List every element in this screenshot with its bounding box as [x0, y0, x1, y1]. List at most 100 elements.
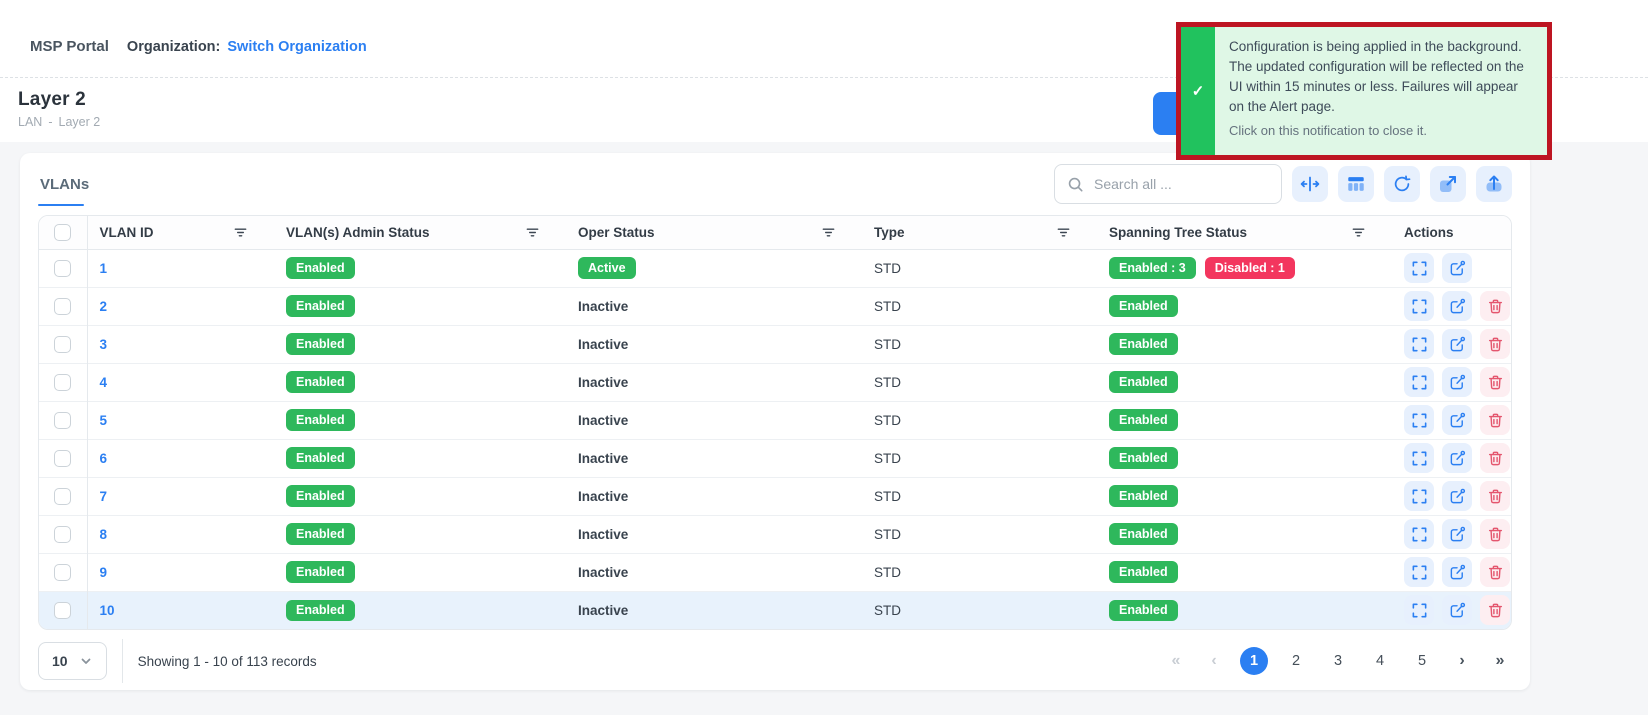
table-row: 8EnabledInactiveSTDEnabled	[39, 515, 1512, 553]
stp-status-cell: Enabled : 3Disabled : 1	[1109, 257, 1380, 279]
refresh-button[interactable]	[1384, 166, 1420, 202]
page-button-1[interactable]: 1	[1240, 647, 1268, 675]
filter-icon[interactable]	[1351, 225, 1366, 240]
row-checkbox[interactable]	[54, 526, 71, 543]
delete-row-button[interactable]	[1480, 367, 1510, 397]
delete-row-button[interactable]	[1480, 595, 1510, 625]
row-checkbox[interactable]	[54, 412, 71, 429]
page-button-4[interactable]: 4	[1366, 647, 1394, 675]
trash-icon	[1487, 298, 1504, 315]
delete-row-button[interactable]	[1480, 519, 1510, 549]
toast-notification[interactable]: ✓ Configuration is being applied in the …	[1176, 22, 1552, 160]
delete-row-button[interactable]	[1480, 443, 1510, 473]
vlan-id-link[interactable]: 8	[100, 527, 108, 542]
edit-icon	[1449, 260, 1466, 277]
row-checkbox[interactable]	[54, 336, 71, 353]
open-external-button[interactable]	[1430, 166, 1466, 202]
oper-status-text: Inactive	[578, 451, 628, 466]
page-button-3[interactable]: 3	[1324, 647, 1352, 675]
search-icon	[1067, 176, 1084, 193]
edit-row-button[interactable]	[1442, 405, 1472, 435]
vlan-id-link[interactable]: 5	[100, 413, 108, 428]
page-size-select[interactable]: 10	[38, 642, 107, 680]
row-checkbox[interactable]	[54, 374, 71, 391]
filter-icon[interactable]	[821, 225, 836, 240]
edit-row-button[interactable]	[1442, 595, 1472, 625]
organization-link[interactable]: Switch Organization	[227, 39, 366, 55]
delete-row-button[interactable]	[1480, 481, 1510, 511]
expand-icon	[1411, 602, 1428, 619]
expand-row-button[interactable]	[1404, 329, 1434, 359]
columns-button[interactable]	[1338, 166, 1374, 202]
edit-icon	[1449, 602, 1466, 619]
edit-row-button[interactable]	[1442, 291, 1472, 321]
vlan-id-link[interactable]: 1	[100, 261, 108, 276]
vlan-id-link[interactable]: 7	[100, 489, 108, 504]
expand-row-button[interactable]	[1404, 367, 1434, 397]
filter-icon[interactable]	[525, 225, 540, 240]
vlan-id-link[interactable]: 10	[100, 603, 115, 618]
row-checkbox[interactable]	[54, 488, 71, 505]
trash-icon	[1487, 602, 1504, 619]
search-box	[1054, 164, 1282, 204]
expand-row-button[interactable]	[1404, 253, 1434, 283]
type-cell: STD	[874, 375, 901, 390]
toast-hint: Click on this notification to close it.	[1229, 123, 1533, 138]
edit-row-button[interactable]	[1442, 253, 1472, 283]
row-checkbox[interactable]	[54, 260, 71, 277]
filter-icon[interactable]	[233, 225, 248, 240]
vlan-id-link[interactable]: 6	[100, 451, 108, 466]
edit-row-button[interactable]	[1442, 519, 1472, 549]
prev-page-button[interactable]: ‹	[1202, 652, 1226, 670]
tab-vlans[interactable]: VLANs	[38, 153, 91, 215]
delete-row-button[interactable]	[1480, 557, 1510, 587]
row-checkbox[interactable]	[54, 602, 71, 619]
edit-row-button[interactable]	[1442, 557, 1472, 587]
vlan-id-link[interactable]: 3	[100, 337, 108, 352]
upload-button[interactable]	[1476, 166, 1512, 202]
refresh-icon	[1392, 174, 1412, 194]
stp-status-badge: Enabled	[1109, 561, 1178, 583]
table-footer: 10 Showing 1 - 10 of 113 records « ‹ 123…	[20, 630, 1530, 684]
row-checkbox[interactable]	[54, 564, 71, 581]
vlan-id-link[interactable]: 4	[100, 375, 108, 390]
expand-row-button[interactable]	[1404, 443, 1434, 473]
expand-row-button[interactable]	[1404, 405, 1434, 435]
row-actions	[1404, 443, 1501, 473]
search-input[interactable]	[1092, 175, 1269, 193]
page-button-5[interactable]: 5	[1408, 647, 1436, 675]
row-checkbox[interactable]	[54, 298, 71, 315]
brand[interactable]: MSP Portal	[30, 38, 109, 55]
delete-row-button[interactable]	[1480, 405, 1510, 435]
expand-row-button[interactable]	[1404, 595, 1434, 625]
table-row: 1EnabledActiveSTDEnabled : 3Disabled : 1	[39, 249, 1512, 287]
filter-icon[interactable]	[1056, 225, 1071, 240]
stp-status-cell: Enabled	[1109, 295, 1380, 317]
expand-row-button[interactable]	[1404, 519, 1434, 549]
first-page-button[interactable]: «	[1164, 652, 1188, 670]
delete-row-button[interactable]	[1480, 291, 1510, 321]
expand-row-button[interactable]	[1404, 557, 1434, 587]
edit-row-button[interactable]	[1442, 443, 1472, 473]
delete-row-button[interactable]	[1480, 329, 1510, 359]
page-button-2[interactable]: 2	[1282, 647, 1310, 675]
vlan-id-link[interactable]: 9	[100, 565, 108, 580]
row-checkbox[interactable]	[54, 450, 71, 467]
breadcrumb-section[interactable]: LAN	[18, 115, 42, 129]
success-check-icon: ✓	[1181, 27, 1215, 155]
admin-status-badge: Enabled	[286, 485, 355, 507]
last-page-button[interactable]: »	[1488, 652, 1512, 670]
edit-row-button[interactable]	[1442, 367, 1472, 397]
expand-row-button[interactable]	[1404, 291, 1434, 321]
edit-row-button[interactable]	[1442, 481, 1472, 511]
vlan-id-link[interactable]: 2	[100, 299, 108, 314]
expand-row-button[interactable]	[1404, 481, 1434, 511]
table-row: 7EnabledInactiveSTDEnabled	[39, 477, 1512, 515]
expand-icon	[1411, 260, 1428, 277]
resize-columns-button[interactable]	[1292, 166, 1328, 202]
admin-status-badge: Enabled	[286, 295, 355, 317]
toast-content: Configuration is being applied in the ba…	[1215, 27, 1547, 155]
select-all-checkbox[interactable]	[54, 224, 71, 241]
next-page-button[interactable]: ›	[1450, 652, 1474, 670]
edit-row-button[interactable]	[1442, 329, 1472, 359]
